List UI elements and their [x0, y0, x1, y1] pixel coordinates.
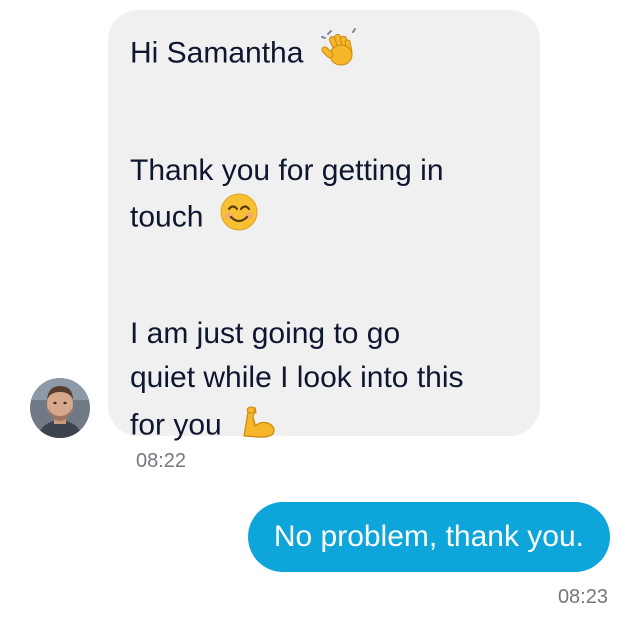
- waving-hand-icon: [320, 28, 360, 81]
- thanks-line-1: Thank you for getting in: [130, 154, 444, 187]
- incoming-message-bubble: Hi Samantha Thank you for getting in tou…: [108, 10, 540, 441]
- greeting-label: Hi Samantha: [130, 36, 304, 70]
- thanks-line-2: touch: [130, 200, 204, 234]
- flexed-biceps-icon: [238, 400, 278, 453]
- wait-line-2: quiet while I look into this: [130, 361, 464, 394]
- wait-text: I am just going to go quiet while I look…: [130, 312, 520, 453]
- agent-avatar[interactable]: [30, 378, 90, 438]
- greeting-text: Hi Samantha: [130, 28, 520, 81]
- outgoing-timestamp: 08:23: [557, 586, 608, 608]
- smiling-face-icon: [220, 193, 258, 244]
- outgoing-message-bubble: No problem, thank you.: [247, 502, 610, 572]
- wait-line-3: for you: [130, 408, 222, 442]
- incoming-timestamp: 08:22: [136, 450, 187, 472]
- wait-line-1: I am just going to go: [130, 317, 401, 350]
- thanks-text: Thank you for getting in touch: [130, 149, 520, 244]
